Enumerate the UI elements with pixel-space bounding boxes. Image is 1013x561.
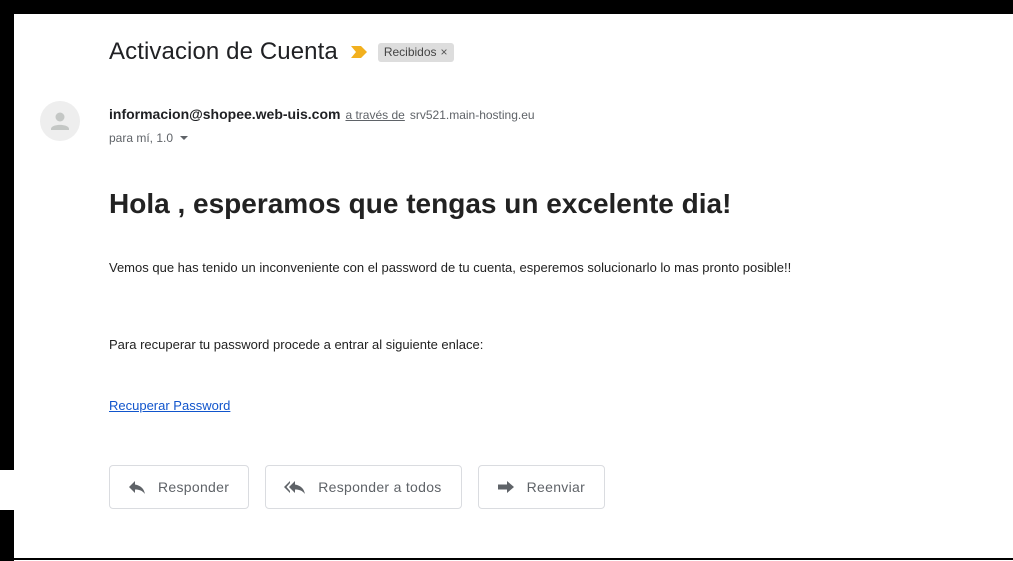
frame-left-gap: [0, 470, 14, 510]
label-chip-text: Recibidos: [383, 44, 437, 59]
sender-row: informacion@shopee.web-uis.com a través …: [109, 106, 535, 122]
subject-row: Activacion de Cuenta Recibidos ×: [109, 36, 454, 68]
forward-button[interactable]: Reenviar: [477, 465, 606, 509]
via-domain: srv521.main-hosting.eu: [409, 108, 535, 122]
label-chip-inbox[interactable]: Recibidos ×: [377, 42, 454, 62]
recipient-text: para mí, 1.0: [109, 131, 174, 145]
importance-marker-icon[interactable]: [350, 45, 368, 59]
email-paragraph-1: Vemos que has tenido un inconveniente co…: [109, 260, 792, 275]
remove-label-icon[interactable]: ×: [441, 45, 448, 59]
details-dropdown-icon[interactable]: [180, 136, 189, 140]
forward-icon: [497, 480, 515, 494]
default-avatar-icon: [51, 112, 69, 130]
reply-button[interactable]: Responder: [109, 465, 250, 509]
reply-all-button[interactable]: Responder a todos: [265, 465, 462, 509]
email-actions: Responder Responder a todos Reenviar: [109, 465, 606, 509]
reply-all-icon: [284, 480, 306, 494]
sender-avatar[interactable]: [40, 101, 80, 141]
via-link[interactable]: a través de: [345, 108, 404, 122]
frame-bottom-border: [14, 558, 1013, 560]
sender-email[interactable]: informacion@shopee.web-uis.com: [109, 106, 340, 122]
email-greeting: Hola , esperamos que tengas un excelente…: [109, 188, 732, 219]
email-paragraph-2: Para recuperar tu password procede a ent…: [109, 337, 484, 352]
reply-all-label: Responder a todos: [318, 479, 442, 495]
reply-label: Responder: [158, 479, 230, 495]
recipient-row[interactable]: para mí, 1.0: [109, 131, 189, 145]
frame-top-border: [0, 0, 1013, 14]
recover-password-link[interactable]: Recuperar Password: [109, 398, 230, 413]
forward-label: Reenviar: [526, 479, 586, 495]
reply-icon: [128, 480, 146, 494]
email-subject: Activacion de Cuenta: [109, 38, 338, 65]
